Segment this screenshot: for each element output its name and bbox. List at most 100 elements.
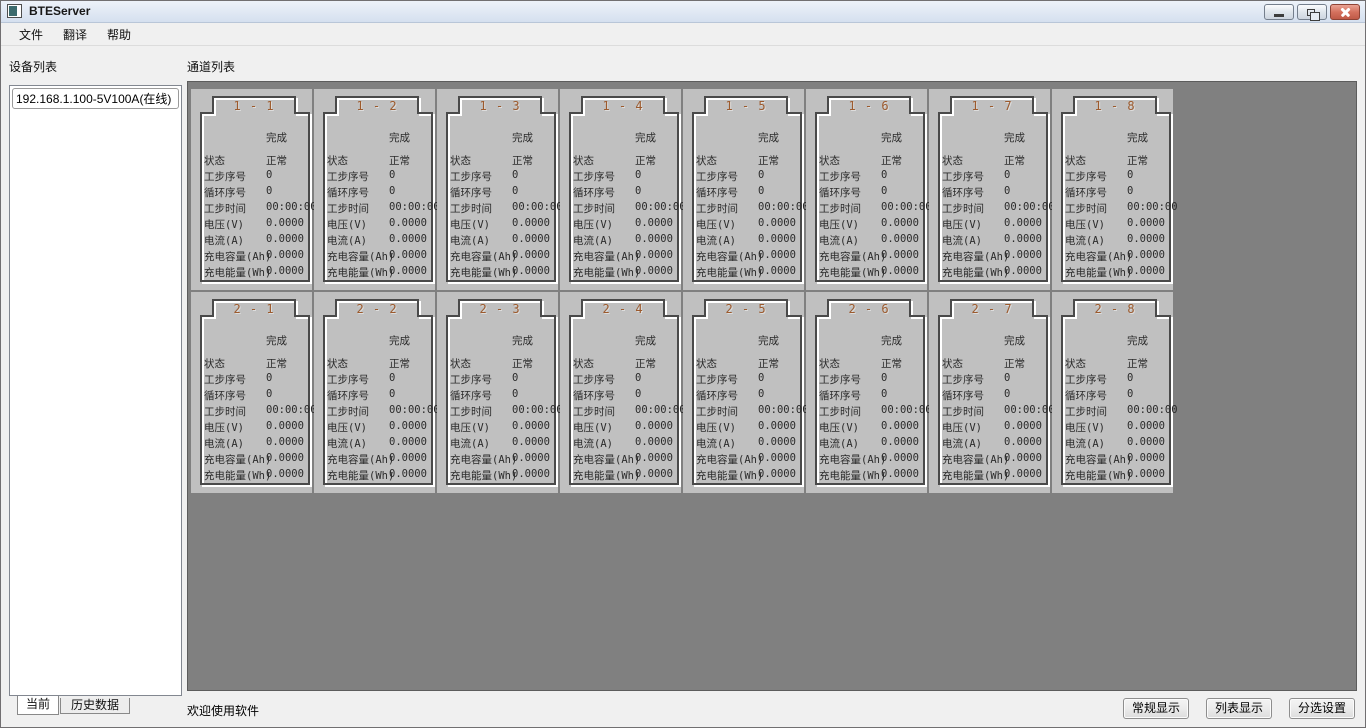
- row-value: 0.0000: [1127, 436, 1165, 448]
- channel-card[interactable]: 1 - 5 完成 状态正常工步序号0循环序号0工步时间00:00:00电压(V)…: [683, 89, 804, 290]
- row-value: 0.0000: [266, 468, 304, 480]
- row-label: 充电容量(Ah): [942, 452, 1009, 467]
- card-rows: 状态正常工步序号0循环序号0工步时间00:00:00电压(V)0.0000电流(…: [806, 89, 927, 290]
- card-row-cycle_no: 循环序号0: [314, 185, 435, 199]
- row-label: 状态: [819, 356, 840, 371]
- sorting-settings-button[interactable]: 分选设置: [1289, 698, 1355, 719]
- channel-card[interactable]: 1 - 3 完成 状态正常工步序号0循环序号0工步时间00:00:00电压(V)…: [437, 89, 558, 290]
- row-label: 循环序号: [942, 388, 984, 403]
- card-row-status: 状态正常: [1052, 153, 1173, 167]
- channel-card[interactable]: 1 - 4 完成 状态正常工步序号0循环序号0工步时间00:00:00电压(V)…: [560, 89, 681, 290]
- channel-card[interactable]: 2 - 7 完成 状态正常工步序号0循环序号0工步时间00:00:00电压(V)…: [929, 292, 1050, 493]
- row-label: 工步时间: [204, 201, 246, 216]
- row-value: 0.0000: [881, 452, 919, 464]
- list-display-button[interactable]: 列表显示: [1206, 698, 1272, 719]
- row-value: 正常: [512, 356, 533, 371]
- row-label: 充电能量(Wh): [819, 265, 886, 280]
- row-value: 正常: [635, 153, 656, 168]
- row-label: 充电容量(Ah): [1065, 249, 1132, 264]
- row-label: 状态: [327, 153, 348, 168]
- row-label: 工步序号: [450, 372, 492, 387]
- channel-card[interactable]: 1 - 1 完成 状态正常工步序号0循环序号0工步时间00:00:00电压(V)…: [191, 89, 312, 290]
- card-row-step_time: 工步时间00:00:00: [683, 201, 804, 215]
- row-value: 0: [389, 372, 395, 384]
- row-value: 0.0000: [1127, 233, 1165, 245]
- row-label: 工步时间: [1065, 404, 1107, 419]
- row-value: 0.0000: [266, 217, 304, 229]
- row-label: 电流(A): [696, 233, 736, 248]
- channel-card[interactable]: 1 - 7 完成 状态正常工步序号0循环序号0工步时间00:00:00电压(V)…: [929, 89, 1050, 290]
- row-value: 0: [1004, 185, 1010, 197]
- menu-file[interactable]: 文件: [9, 23, 53, 46]
- channel-card[interactable]: 2 - 6 完成 状态正常工步序号0循环序号0工步时间00:00:00电压(V)…: [806, 292, 927, 493]
- card-row-charge_energy: 充电能量(Wh)0.0000: [191, 265, 312, 279]
- card-row-status: 状态正常: [683, 153, 804, 167]
- card-row-charge_capacity: 充电容量(Ah)0.0000: [806, 249, 927, 263]
- channel-card[interactable]: 2 - 4 完成 状态正常工步序号0循环序号0工步时间00:00:00电压(V)…: [560, 292, 681, 493]
- row-label: 充电能量(Wh): [327, 265, 394, 280]
- channel-card[interactable]: 1 - 8 完成 状态正常工步序号0循环序号0工步时间00:00:00电压(V)…: [1052, 89, 1173, 290]
- row-value: 0: [389, 388, 395, 400]
- row-value: 正常: [1127, 356, 1148, 371]
- channel-card[interactable]: 2 - 3 完成 状态正常工步序号0循环序号0工步时间00:00:00电压(V)…: [437, 292, 558, 493]
- row-value: 0: [512, 185, 518, 197]
- row-value: 正常: [266, 153, 287, 168]
- row-value: 正常: [389, 356, 410, 371]
- menu-help[interactable]: 帮助: [97, 23, 141, 46]
- row-value: 0.0000: [389, 265, 427, 277]
- channel-card[interactable]: 2 - 1 完成 状态正常工步序号0循环序号0工步时间00:00:00电压(V)…: [191, 292, 312, 493]
- card-row-step_time: 工步时间00:00:00: [437, 201, 558, 215]
- row-label: 循环序号: [696, 388, 738, 403]
- channel-card[interactable]: 1 - 6 完成 状态正常工步序号0循环序号0工步时间00:00:00电压(V)…: [806, 89, 927, 290]
- row-value: 0.0000: [1004, 420, 1042, 432]
- channel-card[interactable]: 1 - 2 完成 状态正常工步序号0循环序号0工步时间00:00:00电压(V)…: [314, 89, 435, 290]
- row-value: 0.0000: [881, 265, 919, 277]
- card-rows: 状态正常工步序号0循环序号0工步时间00:00:00电压(V)0.0000电流(…: [560, 89, 681, 290]
- close-button[interactable]: [1330, 4, 1360, 20]
- row-value: 00:00:00: [635, 404, 686, 416]
- menu-translate[interactable]: 翻译: [53, 23, 97, 46]
- row-label: 电流(A): [204, 436, 244, 451]
- card-row-status: 状态正常: [560, 153, 681, 167]
- card-row-charge_capacity: 充电容量(Ah)0.0000: [314, 249, 435, 263]
- card-row-current: 电流(A)0.0000: [806, 233, 927, 247]
- row-value: 0.0000: [635, 249, 673, 261]
- row-label: 电流(A): [696, 436, 736, 451]
- row-label: 充电容量(Ah): [942, 249, 1009, 264]
- row-value: 0: [881, 388, 887, 400]
- card-row-step_no: 工步序号0: [929, 169, 1050, 183]
- card-row-step_time: 工步时间00:00:00: [314, 201, 435, 215]
- channel-card[interactable]: 2 - 5 完成 状态正常工步序号0循环序号0工步时间00:00:00电压(V)…: [683, 292, 804, 493]
- row-label: 循环序号: [1065, 388, 1107, 403]
- row-label: 电压(V): [204, 420, 244, 435]
- row-label: 循环序号: [819, 388, 861, 403]
- card-row-current: 电流(A)0.0000: [437, 233, 558, 247]
- row-label: 充电能量(Wh): [1065, 468, 1132, 483]
- normal-display-button[interactable]: 常规显示: [1123, 698, 1189, 719]
- card-row-voltage: 电压(V)0.0000: [314, 420, 435, 434]
- row-value: 0: [266, 185, 272, 197]
- row-value: 正常: [512, 153, 533, 168]
- device-list-item[interactable]: 192.168.1.100-5V100A(在线): [12, 88, 179, 109]
- row-value: 0.0000: [1004, 233, 1042, 245]
- row-label: 工步序号: [819, 372, 861, 387]
- row-label: 工步序号: [942, 169, 984, 184]
- row-label: 状态: [450, 356, 471, 371]
- card-rows: 状态正常工步序号0循环序号0工步时间00:00:00电压(V)0.0000电流(…: [929, 292, 1050, 493]
- row-value: 0.0000: [1004, 249, 1042, 261]
- window-title: BTEServer: [29, 4, 90, 18]
- device-listbox[interactable]: 192.168.1.100-5V100A(在线): [9, 85, 182, 696]
- minimize-button[interactable]: [1264, 4, 1294, 20]
- row-value: 0.0000: [758, 233, 796, 245]
- tab-current[interactable]: 当前: [17, 696, 59, 715]
- row-label: 循环序号: [573, 185, 615, 200]
- row-label: 循环序号: [450, 185, 492, 200]
- channel-card[interactable]: 2 - 2 完成 状态正常工步序号0循环序号0工步时间00:00:00电压(V)…: [314, 292, 435, 493]
- card-row-status: 状态正常: [683, 356, 804, 370]
- card-row-charge_capacity: 充电容量(Ah)0.0000: [560, 452, 681, 466]
- restore-button[interactable]: [1297, 4, 1327, 20]
- tab-history-data[interactable]: 历史数据: [60, 698, 130, 714]
- card-row-charge_energy: 充电能量(Wh)0.0000: [560, 468, 681, 482]
- row-label: 电流(A): [327, 436, 367, 451]
- channel-card[interactable]: 2 - 8 完成 状态正常工步序号0循环序号0工步时间00:00:00电压(V)…: [1052, 292, 1173, 493]
